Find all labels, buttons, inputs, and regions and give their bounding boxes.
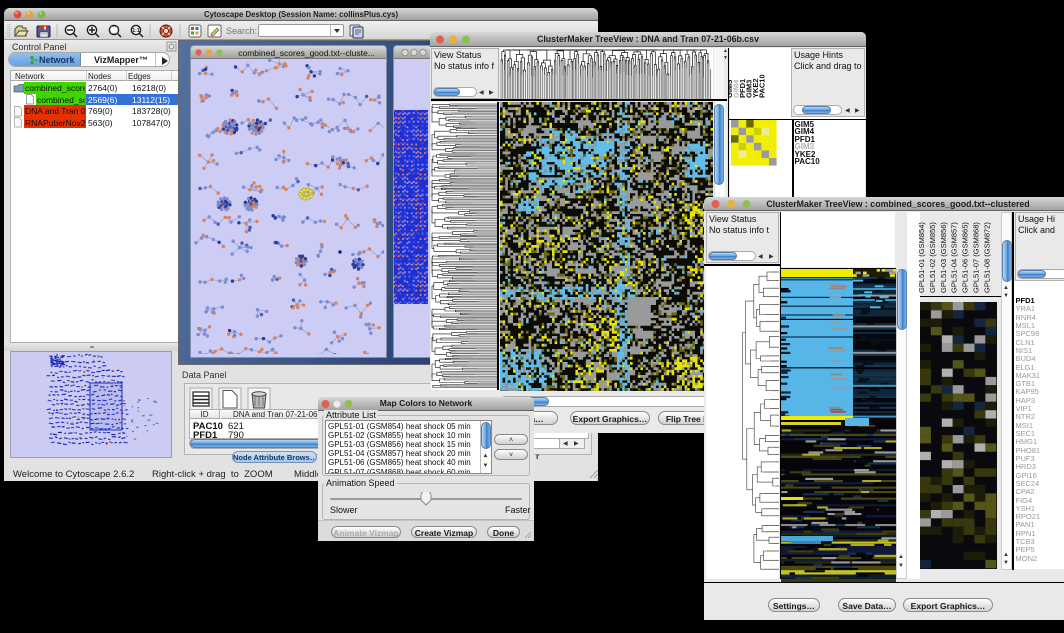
svg-text:GPL51-07 (GSM868): GPL51-07 (GSM868)	[972, 222, 981, 293]
svg-text:PAC10: PAC10	[758, 74, 767, 98]
svg-text:GPL51-04 (GSM857): GPL51-04 (GSM857)	[950, 222, 959, 293]
svg-text:GPL51-01 (GSM854): GPL51-01 (GSM854)	[917, 222, 926, 293]
svg-text:GPL51-03 (GSM856): GPL51-03 (GSM856)	[939, 222, 948, 293]
svg-text:GPL51-08 (GSM872): GPL51-08 (GSM872)	[982, 222, 991, 293]
svg-text:GPL51-02 (GSM855): GPL51-02 (GSM855)	[928, 222, 937, 293]
svg-text:GPL51-06 (GSM865): GPL51-06 (GSM865)	[961, 222, 970, 293]
